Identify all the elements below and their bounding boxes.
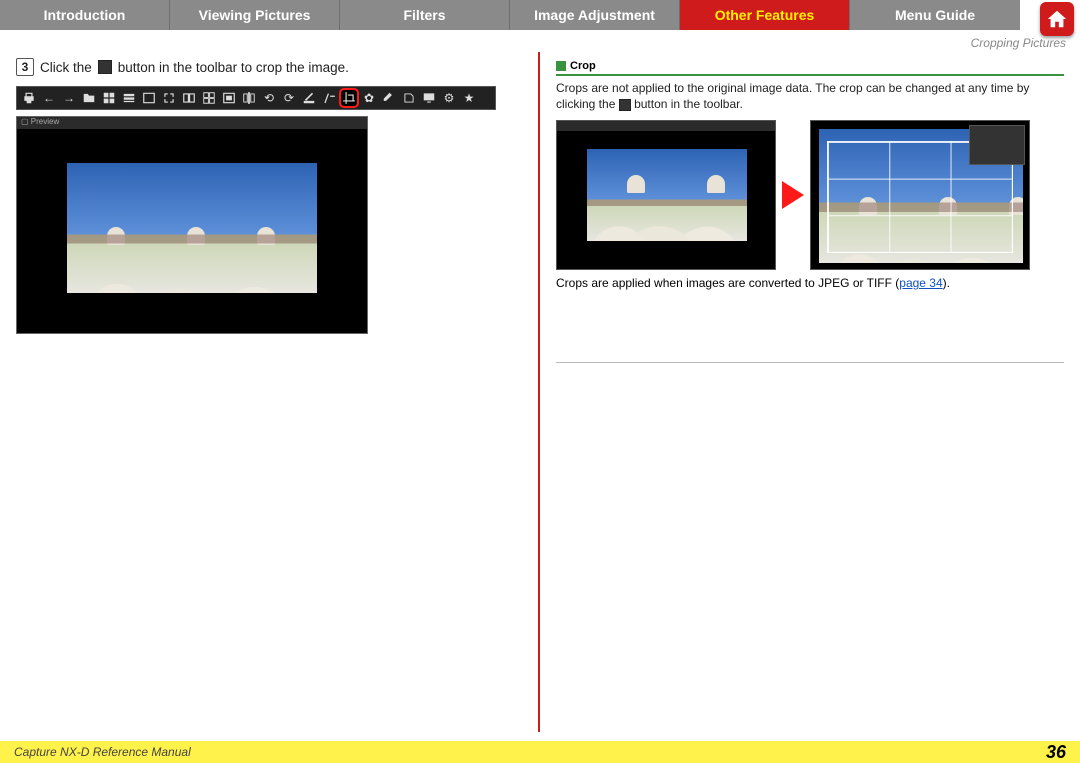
preview-image — [67, 163, 317, 293]
crop-button[interactable] — [341, 90, 357, 106]
breadcrumb: Cropping Pictures — [0, 30, 1080, 52]
footer: Capture NX-D Reference Manual 36 — [0, 741, 1080, 763]
fullscreen-icon[interactable] — [161, 90, 177, 106]
tab-introduction[interactable]: Introduction — [0, 0, 170, 30]
forward-icon[interactable]: → — [61, 90, 77, 106]
monitor-icon[interactable] — [421, 90, 437, 106]
crop-note-body: Crops are not applied to the original im… — [556, 80, 1064, 112]
crop-panel — [969, 125, 1025, 165]
app-toolbar: ← → ⟲ ⟳ ✿ ⚙ ★ — [16, 86, 496, 110]
note-body-after: button in the toolbar. — [634, 97, 743, 111]
tab-other-features[interactable]: Other Features — [680, 0, 850, 30]
note-bullet-icon — [556, 61, 566, 71]
before-after-row — [556, 120, 1064, 270]
compare-icon[interactable] — [241, 90, 257, 106]
step-text-before: Click the — [40, 60, 92, 75]
plugin-icon[interactable]: ✿ — [361, 90, 377, 106]
thumb-after — [810, 120, 1030, 270]
star-icon[interactable]: ★ — [461, 90, 477, 106]
step-number: 3 — [16, 58, 34, 76]
open-folder-icon[interactable] — [81, 90, 97, 106]
page-link[interactable]: page 34 — [899, 276, 942, 290]
print-icon[interactable] — [21, 90, 37, 106]
tab-viewing-pictures[interactable]: Viewing Pictures — [170, 0, 340, 30]
convert-icon[interactable] — [401, 90, 417, 106]
thumb-list-icon[interactable] — [121, 90, 137, 106]
footer-title: Capture NX-D Reference Manual — [14, 745, 191, 759]
rotate-cw-icon[interactable]: ⟳ — [281, 90, 297, 106]
tab-menu-guide[interactable]: Menu Guide — [850, 0, 1020, 30]
straighten-icon[interactable] — [301, 90, 317, 106]
step-instruction: 3 Click the button in the toolbar to cro… — [16, 58, 522, 76]
apply-note-text: Crops are applied when images are conver… — [556, 276, 899, 290]
crop-note-heading: Crop — [556, 60, 1064, 76]
rotate-ccw-icon[interactable]: ⟲ — [261, 90, 277, 106]
fit-window-icon[interactable] — [221, 90, 237, 106]
note-title: Crop — [570, 60, 596, 72]
top-tabs: Introduction Viewing Pictures Filters Im… — [0, 0, 1080, 30]
divider — [556, 362, 1064, 363]
preview-titlebar: ▢ Preview — [17, 117, 367, 129]
preview-window: ▢ Preview — [16, 116, 368, 334]
back-icon[interactable]: ← — [41, 90, 57, 106]
home-button[interactable] — [1040, 2, 1074, 36]
four-up-icon[interactable] — [201, 90, 217, 106]
tab-filters[interactable]: Filters — [340, 0, 510, 30]
arrow-right-icon — [782, 181, 804, 209]
grid-view-icon[interactable] — [101, 90, 117, 106]
crop-icon — [619, 99, 631, 111]
single-view-icon[interactable] — [141, 90, 157, 106]
retouch-icon[interactable] — [381, 90, 397, 106]
home-icon — [1046, 8, 1068, 30]
thumb-before — [556, 120, 776, 270]
page-number: 36 — [1046, 742, 1066, 763]
gray-point-icon[interactable] — [321, 90, 337, 106]
crop-icon — [98, 60, 112, 74]
two-up-icon[interactable] — [181, 90, 197, 106]
prefs-icon[interactable]: ⚙ — [441, 90, 457, 106]
tab-image-adjustment[interactable]: Image Adjustment — [510, 0, 680, 30]
apply-note: Crops are applied when images are conver… — [556, 276, 1064, 290]
step-text-after: button in the toolbar to crop the image. — [118, 60, 349, 75]
apply-note-close: ). — [943, 276, 950, 290]
